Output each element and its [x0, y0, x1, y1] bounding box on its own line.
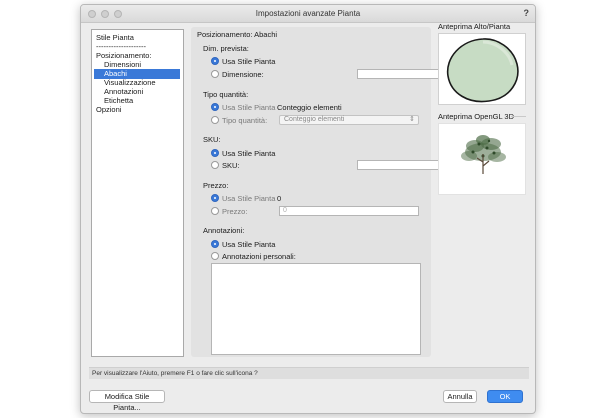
dim-option-style[interactable]: Usa Stile Pianta: [211, 56, 275, 66]
sku-option-style[interactable]: Usa Stile Pianta: [211, 148, 275, 158]
plant-plan-icon: [446, 38, 519, 103]
quantity-type-select[interactable]: Conteggio elementi ⇕: [279, 115, 419, 125]
panel-title: Posizionamento: Abachi: [197, 30, 278, 39]
help-hint: Per visualizzare l'Aiuto, premere F1 o f…: [89, 367, 529, 379]
sku-option-custom-label: SKU:: [222, 160, 240, 170]
dim-label: Dim. prevista:: [203, 44, 249, 53]
prezzo-option-custom-label: Prezzo:: [222, 206, 248, 216]
chevron-updown-icon: ⇕: [409, 116, 415, 123]
prezzo-label: Prezzo:: [203, 181, 229, 190]
dim-option-style-label: Usa Stile Pianta: [222, 56, 276, 66]
window-title: Impostazioni avanzate Pianta: [255, 9, 361, 18]
annot-label: Annotazioni:: [203, 226, 245, 235]
dialog-window: Impostazioni avanzate Pianta ? Stile Pia…: [80, 4, 536, 414]
annot-option-custom[interactable]: Annotazioni personali:: [211, 251, 296, 261]
sku-option-custom[interactable]: SKU:: [211, 160, 240, 170]
tipo-style-value: Conteggio elementi: [277, 103, 342, 112]
nav-item-opzioni[interactable]: Opzioni: [94, 105, 123, 115]
modify-plant-style-button[interactable]: Modifica Stile Pianta...: [89, 390, 165, 412]
annotations-textarea[interactable]: [211, 263, 421, 355]
radio-icon[interactable]: [211, 252, 219, 260]
title-bar: Impostazioni avanzate Pianta ?: [81, 5, 535, 23]
tipo-option-style-label: Usa Stile Pianta: [222, 102, 276, 112]
annot-option-style[interactable]: Usa Stile Pianta: [211, 239, 275, 249]
sku-option-style-label: Usa Stile Pianta: [222, 148, 276, 158]
prezzo-option-style[interactable]: Usa Stile Pianta: [211, 193, 275, 203]
dim-option-custom-label: Dimensione:: [222, 69, 264, 79]
tipo-option-custom[interactable]: Tipo quantità:: [211, 115, 267, 125]
tipo-label: Tipo quantità:: [203, 90, 249, 99]
radio-selected-icon[interactable]: [211, 149, 219, 157]
help-icon[interactable]: ?: [524, 8, 530, 18]
plant-3d-icon: [461, 135, 506, 174]
sku-label: SKU:: [203, 135, 221, 144]
prezzo-option-custom[interactable]: Prezzo:: [211, 206, 247, 216]
opengl-preview: [438, 123, 526, 195]
prezzo-option-style-label: Usa Stile Pianta: [222, 193, 276, 203]
ok-button[interactable]: OK: [487, 390, 523, 403]
radio-selected-icon[interactable]: [211, 103, 219, 111]
radio-selected-icon[interactable]: [211, 194, 219, 202]
prezzo-style-value: 0: [277, 194, 282, 203]
tipo-option-style[interactable]: Usa Stile Pianta: [211, 102, 275, 112]
cancel-button[interactable]: Annulla: [443, 390, 477, 403]
annot-option-custom-label: Annotazioni personali:: [222, 251, 296, 261]
divider: [511, 116, 526, 117]
radio-selected-icon[interactable]: [211, 57, 219, 65]
dim-option-custom[interactable]: Dimensione:: [211, 69, 264, 79]
radio-selected-icon[interactable]: [211, 240, 219, 248]
radio-icon[interactable]: [211, 207, 219, 215]
quantity-type-select-value: Conteggio elementi: [284, 116, 345, 123]
radio-icon[interactable]: [211, 161, 219, 169]
radio-icon[interactable]: [211, 116, 219, 124]
top-preview-label: Anteprima Alto/Pianta: [438, 22, 511, 31]
radio-icon[interactable]: [211, 70, 219, 78]
annot-option-style-label: Usa Stile Pianta: [222, 239, 276, 249]
top-preview: [438, 33, 526, 105]
tipo-option-custom-label: Tipo quantità:: [222, 115, 268, 125]
opengl-preview-label: Anteprima OpenGL 3D: [438, 112, 515, 121]
price-input[interactable]: 0: [279, 206, 419, 216]
category-list: Stile Pianta -------------------- Posizi…: [91, 29, 184, 357]
